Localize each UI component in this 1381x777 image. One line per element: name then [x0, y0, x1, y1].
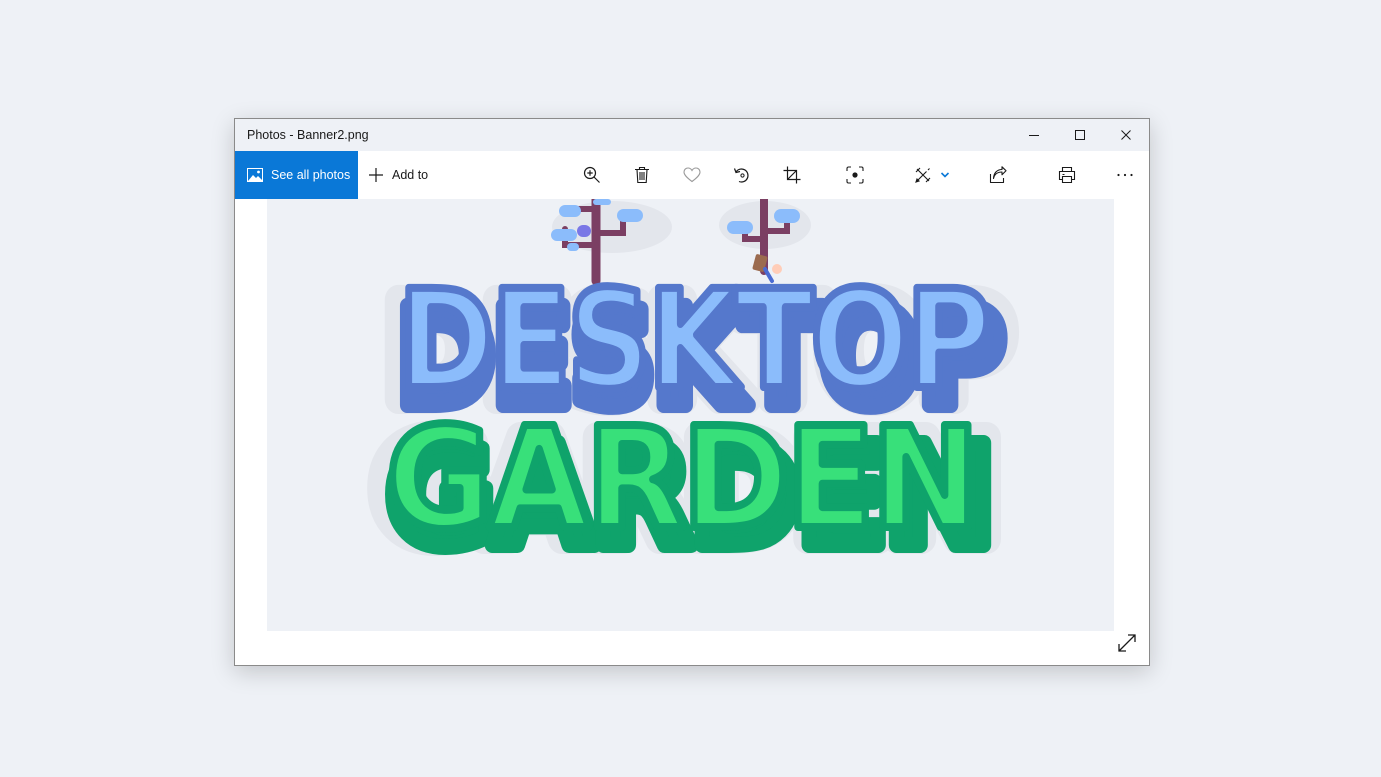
rotate-button[interactable] [722, 151, 762, 199]
delete-icon [635, 166, 649, 184]
minimize-button[interactable] [1011, 119, 1057, 151]
share-button[interactable] [978, 151, 1018, 199]
close-button[interactable] [1103, 119, 1149, 151]
more-icon [1117, 173, 1133, 177]
see-all-photos-label: See all photos [271, 168, 351, 182]
share-icon [989, 166, 1007, 184]
rotate-icon [733, 168, 749, 183]
photo-banner-image[interactable]: DESKTOP DESKTOP DESKTOP GARDEN GARDEN GA… [267, 199, 1114, 631]
more-options-button[interactable] [1105, 151, 1145, 199]
favorite-button[interactable] [672, 151, 712, 199]
enhance-button[interactable] [835, 151, 875, 199]
zoom-button[interactable] [572, 151, 612, 199]
full-screen-button[interactable] [1117, 633, 1137, 653]
edit-dropdown-button[interactable] [935, 151, 955, 199]
expand-icon [1118, 634, 1136, 652]
crop-icon [783, 166, 801, 184]
photos-window: Photos - Banner2.png See all photos Add … [234, 118, 1150, 666]
heart-icon [683, 167, 701, 183]
print-icon [1058, 166, 1076, 184]
see-all-photos-button[interactable]: See all photos [235, 151, 358, 199]
toolbar: See all photos Add to [235, 151, 1149, 199]
chevron-down-icon [940, 172, 950, 178]
window-title: Photos - Banner2.png [247, 128, 369, 142]
delete-button[interactable] [622, 151, 662, 199]
print-button[interactable] [1047, 151, 1087, 199]
close-icon [1121, 130, 1131, 140]
zoom-in-icon [583, 166, 600, 183]
enhance-icon [846, 166, 864, 184]
photo-gallery-icon [247, 168, 263, 182]
title-bar[interactable]: Photos - Banner2.png [235, 119, 1149, 151]
plus-icon [369, 168, 383, 182]
maximize-button[interactable] [1057, 119, 1103, 151]
desktop-garden-artwork: DESKTOP DESKTOP DESKTOP GARDEN GARDEN GA… [360, 199, 1026, 588]
line2-garden: GARDEN [386, 398, 976, 561]
line1-desktop: DESKTOP [398, 262, 988, 420]
image-viewer[interactable]: DESKTOP DESKTOP DESKTOP GARDEN GARDEN GA… [235, 199, 1149, 665]
add-to-label: Add to [392, 168, 429, 182]
crop-button[interactable] [772, 151, 812, 199]
add-to-button[interactable]: Add to [358, 151, 438, 199]
maximize-icon [1075, 130, 1085, 140]
minimize-icon [1029, 135, 1039, 136]
edit-draw-icon [915, 167, 931, 183]
